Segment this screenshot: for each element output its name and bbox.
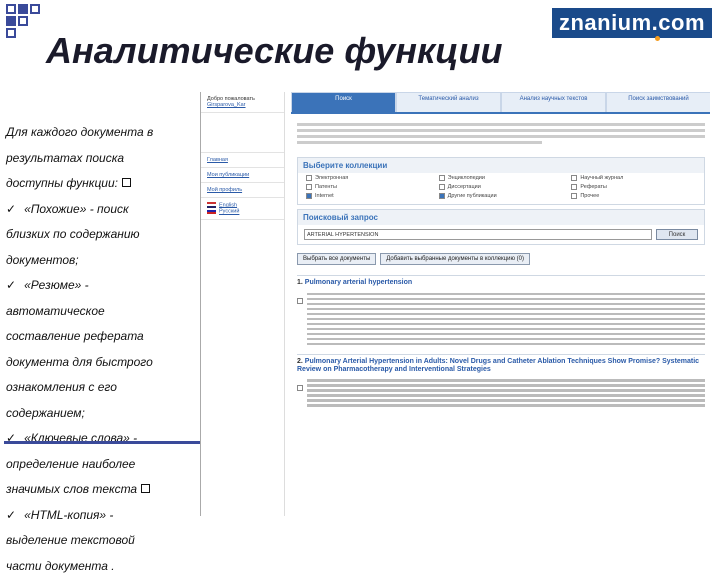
collections-grid: Электронная Энциклопедии Научный журнал …	[298, 173, 704, 204]
ru-flag-icon	[207, 208, 216, 214]
check-icon: ✓	[6, 508, 16, 522]
bullet-line: части документа .	[6, 554, 202, 579]
checkbox-icon	[141, 484, 150, 493]
result-snippet	[307, 290, 705, 348]
intro-text	[291, 114, 710, 153]
collection-option[interactable]: Научный журнал	[571, 175, 696, 181]
search-input[interactable]: ARTERIAL HYPERTENSION	[304, 229, 652, 240]
result-checkbox[interactable]	[297, 385, 303, 391]
bullet-line: ✓«Резюме» -	[6, 273, 202, 299]
sidebar-item-publications[interactable]: Мои публикации	[201, 168, 284, 183]
collection-option[interactable]: Патенты	[306, 184, 431, 190]
sidebar-spacer	[201, 113, 284, 153]
result-title[interactable]: 2. Pulmonary Arterial Hypertension in Ad…	[297, 355, 705, 377]
tab-text-analysis[interactable]: Анализ научных текстов	[501, 92, 606, 112]
tab-search[interactable]: Поиск	[291, 92, 396, 112]
result-item: 2. Pulmonary Arterial Hypertension in Ad…	[297, 354, 705, 410]
result-checkbox[interactable]	[297, 298, 303, 304]
main-area: Поиск Тематический анализ Анализ научных…	[291, 92, 710, 516]
checkbox-icon	[122, 178, 131, 187]
bullet-line: выделение текстовой	[6, 528, 202, 554]
bullet-line: ✓«Ключевые слова» -	[6, 426, 202, 452]
select-all-button[interactable]: Выбрать все документы	[297, 253, 376, 265]
bullet-line: ознакомления с его	[6, 375, 202, 401]
collections-section: Выберите коллекции Электронная Энциклопе…	[297, 157, 705, 205]
result-title[interactable]: 1. Pulmonary arterial hypertension	[297, 276, 705, 290]
sidebar-item-home[interactable]: Главная	[201, 153, 284, 168]
bullet-line: ✓«Похожие» - поиск	[6, 197, 202, 223]
collection-option[interactable]: Электронная	[306, 175, 431, 181]
bullet-line: составление реферата	[6, 324, 202, 350]
collection-option[interactable]: Диссертации	[439, 184, 564, 190]
sidebar-item-profile[interactable]: Мой профиль	[201, 183, 284, 198]
bullet-line: результатах поиска	[6, 146, 202, 172]
bullet-line: доступны функции:	[6, 171, 202, 197]
uk-flag-icon	[207, 202, 216, 208]
sidebar: Добро пожаловать Girsparova_Kar Главная …	[201, 92, 285, 516]
tab-plagiarism[interactable]: Поиск заимствований	[606, 92, 710, 112]
action-bar: Выбрать все документы Добавить выбранные…	[291, 249, 710, 269]
bullet-list: Для каждого документа в результатах поис…	[6, 120, 202, 579]
tab-thematic[interactable]: Тематический анализ	[396, 92, 501, 112]
collection-option[interactable]: Internet	[306, 193, 431, 199]
znanium-logo: znanium.com	[552, 8, 712, 38]
bullet-line: содержанием;	[6, 401, 202, 427]
language-block: English Русский	[201, 198, 284, 220]
check-icon: ✓	[6, 202, 16, 216]
bullet-line: определение наиболее	[6, 452, 202, 478]
query-title: Поисковый запрос	[298, 210, 704, 225]
screenshot-panel: Добро пожаловать Girsparova_Kar Главная …	[200, 92, 710, 516]
check-icon: ✓	[6, 278, 16, 292]
bullet-line: значимых слов текста	[6, 477, 202, 503]
bullet-line: автоматическое	[6, 299, 202, 325]
result-item: 1. Pulmonary arterial hypertension	[297, 275, 705, 348]
separator-line	[4, 441, 200, 444]
bullet-line: документов;	[6, 248, 202, 274]
result-snippet	[307, 377, 705, 410]
collection-option[interactable]: Рефераты	[571, 184, 696, 190]
tab-bar: Поиск Тематический анализ Анализ научных…	[291, 92, 710, 114]
collection-option[interactable]: Энциклопедии	[439, 175, 564, 181]
query-row: ARTERIAL HYPERTENSION Поиск	[298, 225, 704, 244]
bullet-line: документа для быстрого	[6, 350, 202, 376]
query-section: Поисковый запрос ARTERIAL HYPERTENSION П…	[297, 209, 705, 245]
bullet-line: близких по содержанию	[6, 222, 202, 248]
search-button[interactable]: Поиск	[656, 229, 698, 240]
lang-russian[interactable]: Русский	[219, 209, 239, 215]
add-to-collection-button[interactable]: Добавить выбранные документы в коллекцию…	[380, 253, 530, 265]
collections-title: Выберите коллекции	[298, 158, 704, 173]
user-block: Добро пожаловать Girsparova_Kar	[201, 92, 284, 113]
collection-option[interactable]: Другие публикации	[439, 193, 564, 199]
bullet-line: Для каждого документа в	[6, 120, 202, 146]
page-title: Аналитические функции	[46, 30, 503, 72]
bullet-line: ✓«HTML-копия» -	[6, 503, 202, 529]
user-link[interactable]: Girsparova_Kar	[207, 102, 278, 108]
collection-option[interactable]: Прочее	[571, 193, 696, 199]
logo-dot	[655, 36, 660, 41]
